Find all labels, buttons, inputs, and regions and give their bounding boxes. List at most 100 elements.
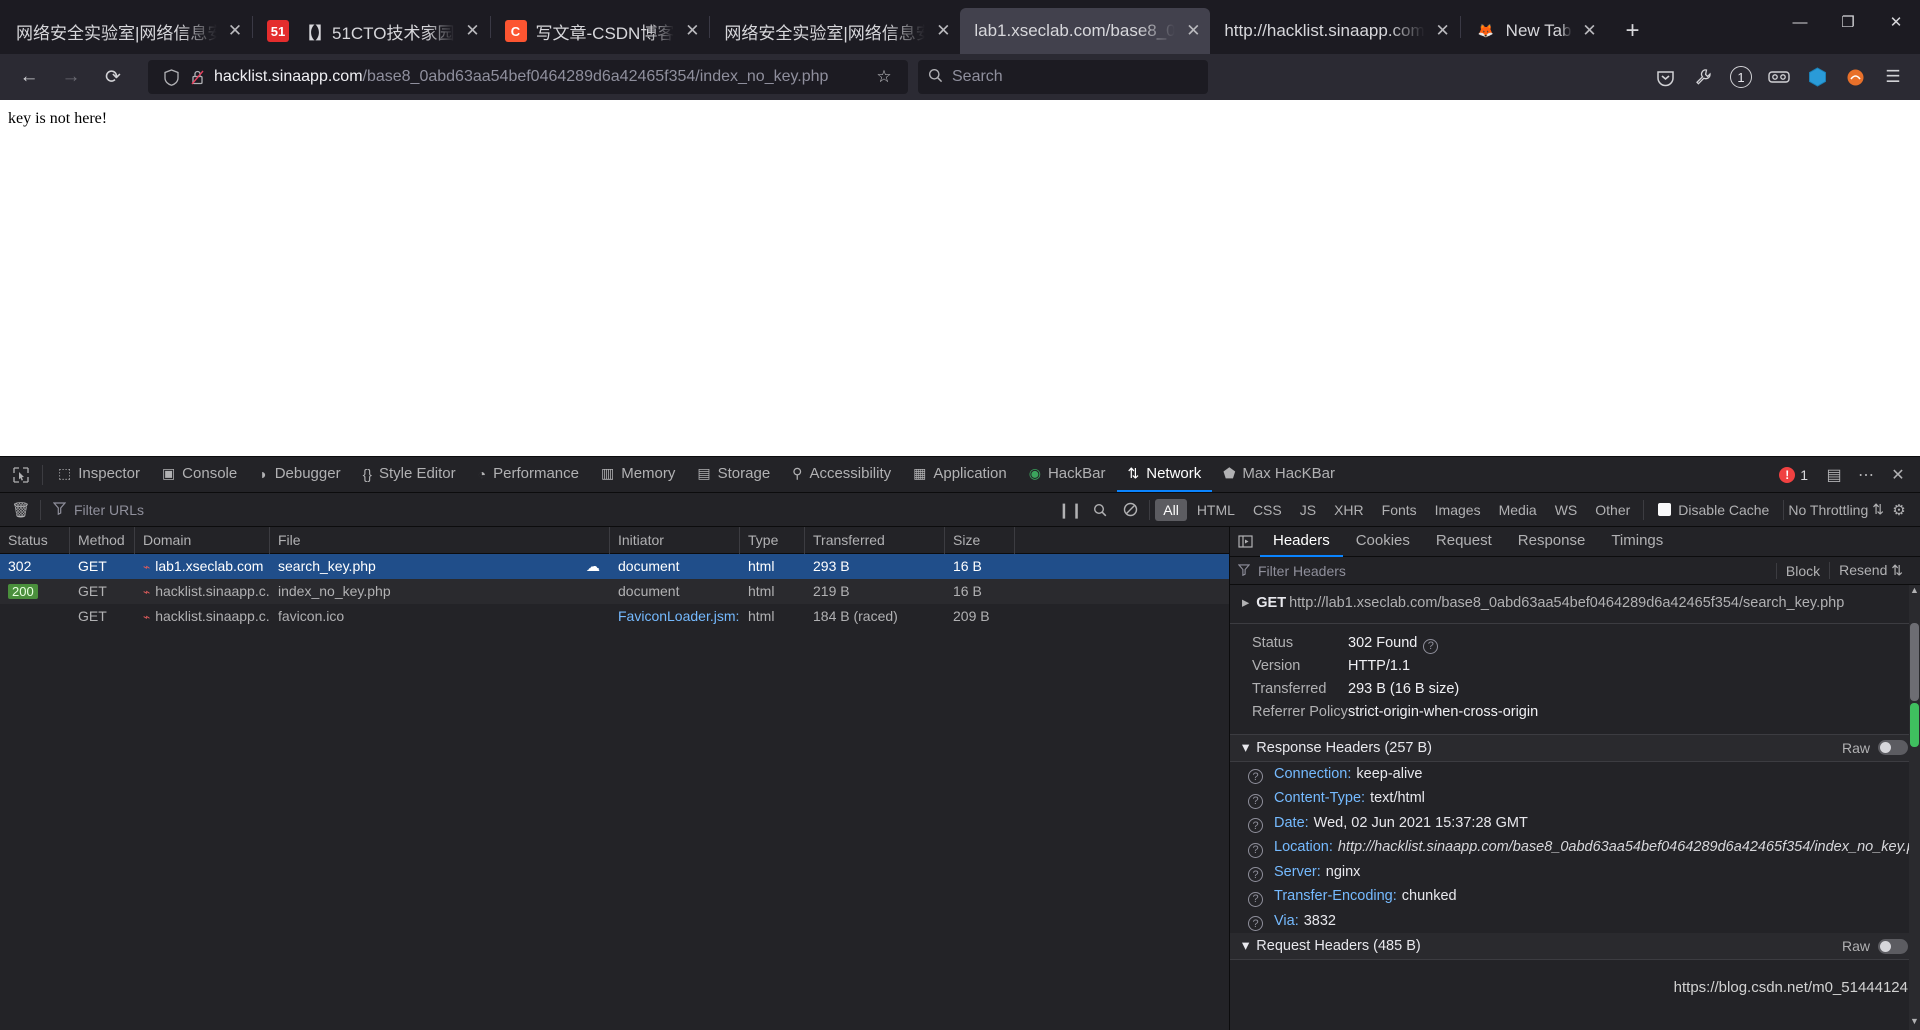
column-header-type[interactable]: Type [740, 526, 805, 554]
filter-type-html[interactable]: HTML [1189, 499, 1243, 521]
expand-panel-icon[interactable] [1230, 527, 1260, 556]
scroll-up-icon[interactable]: ▲ [1909, 585, 1920, 599]
close-icon[interactable]: ✕ [1579, 20, 1601, 42]
pocket-icon[interactable] [1646, 60, 1684, 94]
column-header-status[interactable]: Status [0, 526, 70, 554]
request-url-row[interactable]: ▸ GET http://lab1.xseclab.com/base8_0abd6… [1230, 585, 1920, 624]
dock-icon[interactable]: ▤ [1818, 460, 1850, 490]
filter-urls-input[interactable]: Filter URLs [45, 502, 1055, 518]
tab-cookies[interactable]: Cookies [1343, 527, 1423, 557]
collapse-triangle-icon[interactable]: ▾ [1242, 740, 1249, 756]
close-icon[interactable]: ✕ [1182, 20, 1204, 42]
filter-type-other[interactable]: Other [1587, 499, 1638, 521]
help-icon[interactable]: ? [1248, 813, 1274, 834]
help-icon[interactable]: ? [1248, 788, 1274, 809]
scroll-down-icon[interactable]: ▼ [1909, 1016, 1920, 1030]
header-name[interactable]: Server: [1274, 862, 1321, 882]
help-icon[interactable]: ? [1248, 764, 1274, 785]
column-header-transferred[interactable]: Transferred [805, 526, 945, 554]
reload-icon[interactable]: ⟳ [95, 60, 131, 94]
screenshot-icon[interactable] [1760, 60, 1798, 94]
response-headers-section-header[interactable]: ▾ Response Headers (257 B) Raw [1230, 734, 1920, 762]
header-name[interactable]: Date: [1274, 813, 1309, 833]
disable-cache-checkbox[interactable]: Disable Cache [1658, 502, 1769, 518]
detail-scrollbar[interactable]: ▲ ▼ [1909, 585, 1920, 1030]
search-bar[interactable]: Search [918, 60, 1208, 94]
devtools-tab-accessibility[interactable]: ⚲ Accessibility [781, 457, 902, 492]
close-icon[interactable]: ✕ [224, 20, 246, 42]
help-icon[interactable]: ? [1248, 837, 1274, 858]
filter-type-css[interactable]: CSS [1245, 499, 1290, 521]
container-icon[interactable] [1798, 60, 1836, 94]
browser-tab[interactable]: 网络安全实验室|网络信息安全 ✕ [2, 8, 252, 54]
column-header-size[interactable]: Size [945, 526, 1015, 554]
element-picker-icon[interactable] [4, 460, 38, 490]
table-row[interactable]: 200 GET ⌁ hacklist.sinaapp.c... index_no_… [0, 579, 1229, 604]
devtools-tab-debugger[interactable]: ◗ Debugger [248, 457, 351, 492]
search-icon[interactable] [1085, 497, 1115, 523]
help-icon[interactable]: ? [1248, 886, 1274, 907]
filter-type-fonts[interactable]: Fonts [1374, 499, 1425, 521]
header-name[interactable]: Via: [1274, 911, 1299, 931]
close-icon[interactable]: ✕ [932, 20, 954, 42]
error-badge[interactable]: ! 1 [1779, 466, 1808, 483]
tab-timings[interactable]: Timings [1598, 527, 1676, 557]
close-icon[interactable]: ✕ [1432, 20, 1454, 42]
browser-tab[interactable]: 51 【】51CTO技术家园 ✕ [253, 8, 490, 54]
header-name[interactable]: Transfer-Encoding: [1274, 886, 1397, 906]
browser-tab[interactable]: C 写文章-CSDN博客 ✕ [491, 8, 710, 54]
close-icon[interactable]: ✕ [1882, 460, 1914, 490]
filter-type-media[interactable]: Media [1491, 499, 1545, 521]
table-row[interactable]: GET ⌁ hacklist.sinaapp.c... favicon.ico F… [0, 604, 1229, 629]
browser-tab[interactable]: 网络安全实验室|网络信息安全 ✕ [710, 8, 960, 54]
cell-initiator[interactable]: FaviconLoader.jsm:19... [610, 604, 740, 629]
block-icon[interactable] [1115, 497, 1145, 523]
close-icon[interactable]: ✕ [462, 20, 484, 42]
lock-broken-icon[interactable] [184, 69, 210, 86]
trash-icon[interactable]: 🗑 [6, 497, 36, 523]
url-bar[interactable]: hacklist.sinaapp.com/base8_0abd63aa54bef… [148, 60, 908, 94]
raw-toggle[interactable] [1878, 740, 1908, 756]
devtools-tab-hackbar[interactable]: ◉ HackBar [1018, 457, 1117, 492]
resend-button[interactable]: Resend ⇅ [1829, 562, 1912, 579]
scrollbar-thumb[interactable] [1910, 623, 1919, 701]
collapse-triangle-icon[interactable]: ▾ [1242, 938, 1249, 954]
column-header-method[interactable]: Method [70, 526, 135, 554]
column-header-initiator[interactable]: Initiator [610, 526, 740, 554]
devtools-tab-style-editor[interactable]: {} Style Editor [352, 457, 467, 492]
column-header-file[interactable]: File [270, 526, 610, 554]
devtools-tab-performance[interactable]: ◔ Performance [467, 457, 590, 492]
account-badge[interactable]: 1 [1722, 60, 1760, 94]
column-header-domain[interactable]: Domain [135, 526, 270, 554]
tab-headers[interactable]: Headers [1260, 527, 1343, 557]
filter-type-xhr[interactable]: XHR [1326, 499, 1372, 521]
devtools-tab-console[interactable]: ▣ Console [151, 457, 248, 492]
raw-toggle[interactable] [1878, 938, 1908, 954]
browser-tab[interactable]: http://hacklist.sinaapp.com ✕ [1210, 8, 1459, 54]
tab-request[interactable]: Request [1423, 527, 1505, 557]
header-name[interactable]: Connection: [1274, 764, 1351, 784]
devtools-tab-network[interactable]: ⇅ Network [1116, 457, 1213, 492]
browser-tab-active[interactable]: lab1.xseclab.com/base8_0a ✕ [960, 8, 1211, 54]
new-tab-button[interactable]: + [1615, 13, 1651, 49]
devtools-tab-max-hackbar[interactable]: ⬟ Max HacKBar [1212, 457, 1346, 492]
forward-icon[interactable]: → [53, 60, 89, 94]
filter-type-js[interactable]: JS [1292, 499, 1324, 521]
back-icon[interactable]: ← [11, 60, 47, 94]
table-row[interactable]: 302 GET ⌁ lab1.xseclab.com search_key.php… [0, 554, 1229, 579]
menu-icon[interactable]: ☰ [1874, 60, 1912, 94]
minimize-icon[interactable]: — [1776, 0, 1824, 44]
expand-triangle-icon[interactable]: ▸ [1242, 594, 1249, 614]
block-button[interactable]: Block [1775, 562, 1829, 579]
close-icon[interactable]: ✕ [681, 20, 703, 42]
filter-type-ws[interactable]: WS [1547, 499, 1586, 521]
request-headers-section-header[interactable]: ▾ Request Headers (485 B) Raw [1230, 933, 1920, 961]
devtools-tab-inspector[interactable]: ⬚ Inspector [47, 457, 151, 492]
devtools-tab-storage[interactable]: ▤ Storage [686, 457, 781, 492]
devtools-tab-memory[interactable]: ▥ Memory [590, 457, 686, 492]
bookmark-star-icon[interactable]: ☆ [870, 67, 898, 87]
extension-icon[interactable] [1836, 60, 1874, 94]
filter-type-images[interactable]: Images [1427, 499, 1489, 521]
tab-response[interactable]: Response [1505, 527, 1599, 557]
shield-icon[interactable] [158, 68, 184, 86]
